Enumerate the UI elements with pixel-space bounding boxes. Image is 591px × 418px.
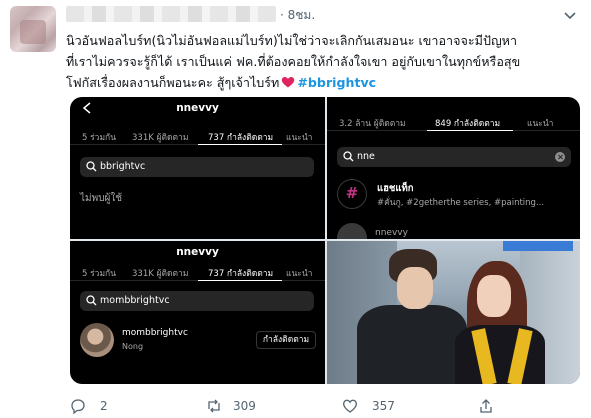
- search-icon: [343, 151, 354, 162]
- author-avatar[interactable]: [10, 6, 56, 52]
- like-button[interactable]: 357: [342, 396, 422, 416]
- reply-button[interactable]: 2: [70, 396, 130, 416]
- ig-result-username: nnevvy: [375, 228, 408, 238]
- ig-tab-active: 737 กำลังติดตาม: [208, 269, 274, 279]
- ig-user-avatar: [80, 323, 114, 357]
- ig-tab: แนะนำ: [286, 269, 313, 279]
- ig-header: nnevvy: [70, 97, 325, 121]
- ig-search-query: bbrightvc: [100, 161, 146, 172]
- media-image-1[interactable]: nnevvy 5 ร่วมกัน 331K ผู้ติดตาม 737 กำลั…: [70, 97, 325, 239]
- retweet-count: 309: [233, 399, 256, 413]
- graduation-photo: [327, 241, 580, 384]
- tweet-text-line: โฟกัสเรื่องผลงานก็พอนะคะ สู้ๆเจ้าไบร์ท: [66, 75, 280, 90]
- ig-tab: 5 ร่วมกัน: [82, 269, 117, 279]
- media-image-4[interactable]: [327, 241, 580, 384]
- ig-following-button: กำลังติดตาม: [256, 331, 316, 349]
- media-image-3[interactable]: nnevvy 5 ร่วมกัน 331K ผู้ติดตาม 737 กำลั…: [70, 241, 325, 384]
- ig-search-box: nne: [337, 147, 571, 167]
- ig-tab: 331K ผู้ติดตาม: [132, 133, 189, 143]
- ig-username: nnevvy: [176, 246, 219, 258]
- photo-blue-sign: [503, 241, 573, 251]
- red-heart-icon: [282, 77, 295, 88]
- share-icon: [480, 399, 492, 413]
- ig-result-avatar: [337, 223, 367, 239]
- ig-hashtag-title: แฮชแท็ก: [377, 183, 414, 194]
- chevron-down-icon[interactable]: [561, 6, 579, 24]
- tweet-actions: 2 309 357: [66, 396, 586, 416]
- ig-tab-underline: [198, 280, 282, 281]
- ig-tab: แนะนำ: [286, 133, 313, 143]
- tweet-timestamp[interactable]: · 8ชม.: [280, 6, 315, 25]
- ig-tabs: 5 ร่วมกัน 331K ผู้ติดตาม 737 กำลังติดตาม…: [70, 125, 325, 145]
- ig-user-result: mombbrightvc Nong กำลังติดตาม: [80, 323, 320, 357]
- author-name-blurred[interactable]: [66, 6, 276, 22]
- tweet-text: นิวอันฟอลไบร์ท(นิวไม่อันฟอลแม่ไบร์ท)ไม่ใ…: [66, 30, 586, 93]
- ig-tab-active: 849 กำลังติดตาม: [435, 119, 501, 129]
- ig-tab: แนะนำ: [527, 119, 554, 129]
- ig-tabs: 3.2 ล้าน ผู้ติดตาม 849 กำลังติดตาม แนะนำ: [327, 111, 580, 131]
- ig-search-query: mombbrightvc: [100, 295, 170, 306]
- reply-count: 2: [100, 399, 108, 413]
- ig-tab: 3.2 ล้าน ผู้ติดตาม: [339, 119, 406, 129]
- search-icon: [86, 161, 97, 172]
- tweet-text-line-last: โฟกัสเรื่องผลงานก็พอนะคะ สู้ๆเจ้าไบร์ท #b…: [66, 72, 586, 93]
- ig-tab: 5 ร่วมกัน: [82, 133, 117, 143]
- retweet-button[interactable]: 309: [206, 396, 286, 416]
- hashtag-link[interactable]: #bbrightvc: [297, 75, 376, 90]
- tweet-text-line: นิวอันฟอลไบร์ท(นิวไม่อันฟอลแม่ไบร์ท)ไม่ใ…: [66, 33, 518, 48]
- ig-search-box: mombbrightvc: [80, 291, 314, 311]
- search-icon: [86, 295, 97, 306]
- ig-user-subtitle: Nong: [122, 342, 144, 351]
- photo-person-1-body: [357, 305, 467, 384]
- photo-person-1-face: [397, 267, 433, 309]
- ig-tabs: 5 ร่วมกัน 331K ผู้ติดตาม 737 กำลังติดตาม…: [70, 261, 325, 281]
- reply-icon: [71, 399, 85, 414]
- retweet-icon: [208, 399, 220, 413]
- ig-search-query: nne: [357, 151, 375, 162]
- ig-tab-underline: [427, 130, 513, 131]
- ig-tab: 331K ผู้ติดตาม: [132, 269, 189, 279]
- ig-search-box: bbrightvc: [80, 157, 314, 177]
- ig-username: nnevvy: [176, 102, 219, 114]
- ig-hashtag-result: # แฮชแท็ก #คั่นกู, #2getherthe series, #…: [337, 179, 577, 209]
- tweet[interactable]: · 8ชม. นิวอันฟอลไบร์ท(นิวไม่อันฟอลแม่ไบร…: [0, 0, 591, 418]
- photo-person-2-face: [477, 275, 511, 317]
- tweet-media-grid[interactable]: nnevvy 5 ร่วมกัน 331K ผู้ติดตาม 737 กำลั…: [70, 97, 580, 384]
- ig-hashtag-subtitle: #คั่นกู, #2getherthe series, #painting..…: [377, 198, 545, 208]
- ig-user-name: mombbrightvc: [122, 328, 188, 338]
- clear-search-icon: [555, 152, 565, 162]
- like-count: 357: [372, 399, 395, 413]
- heart-icon: [343, 399, 357, 413]
- media-image-2[interactable]: 3.2 ล้าน ผู้ติดตาม 849 กำลังติดตาม แนะนำ…: [327, 97, 580, 239]
- ig-no-result-text: ไม่พบผู้ใช้: [80, 193, 123, 204]
- ig-tab-active: 737 กำลังติดตาม: [208, 133, 274, 143]
- ig-tab-underline: [198, 144, 282, 145]
- share-button[interactable]: [478, 396, 498, 416]
- hashtag-icon: #: [337, 179, 367, 209]
- tweet-text-line: ที่เราไม่ควรจะรู้ก็ได้ เราเป็นแค่ ฟค.ที่…: [66, 54, 521, 69]
